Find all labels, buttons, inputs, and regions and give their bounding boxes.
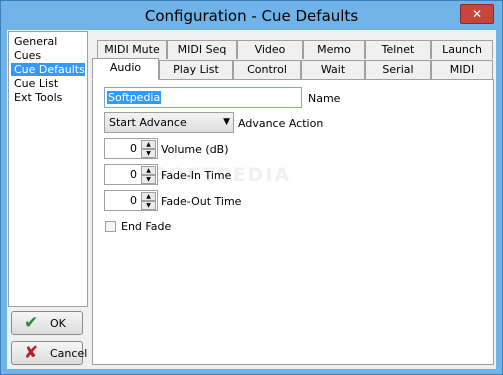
- fade-out-value: 0: [130, 194, 137, 207]
- advance-action-label: Advance Action: [238, 117, 324, 130]
- chevron-down-icon: ▼: [223, 117, 230, 127]
- tab-telnet[interactable]: Telnet: [365, 40, 431, 59]
- spin-up-icon[interactable]: ▲: [141, 140, 156, 149]
- spin-down-icon[interactable]: ▼: [141, 149, 156, 158]
- sidebar-item-cues[interactable]: Cues: [11, 49, 85, 62]
- tab-midi-mute[interactable]: MIDI Mute: [97, 40, 167, 59]
- category-list[interactable]: General Cues Cue Defaults Cue List Ext T…: [8, 31, 88, 307]
- fade-in-stepper[interactable]: 0 ▲ ▼: [104, 164, 158, 185]
- tab-play-list[interactable]: Play List: [159, 60, 233, 79]
- tab-wait[interactable]: Wait: [301, 60, 365, 79]
- x-icon: ✘: [24, 343, 39, 363]
- sidebar-item-cue-defaults[interactable]: Cue Defaults: [11, 63, 85, 76]
- config-window: Configuration - Cue Defaults ✕ General C…: [0, 0, 503, 375]
- sidebar-item-ext-tools[interactable]: Ext Tools: [11, 91, 85, 104]
- dialog-client: General Cues Cue Defaults Cue List Ext T…: [7, 30, 496, 369]
- title-bar[interactable]: Configuration - Cue Defaults ✕: [1, 1, 502, 32]
- fade-out-label: Fade-Out Time: [161, 195, 242, 208]
- tab-audio[interactable]: Audio: [92, 58, 159, 80]
- cancel-button[interactable]: ✘ Cancel: [11, 341, 87, 365]
- tab-control[interactable]: Control: [233, 60, 301, 79]
- sidebar-item-general[interactable]: General: [11, 35, 85, 48]
- window-title: Configuration - Cue Defaults: [144, 7, 359, 25]
- volume-label: Volume (dB): [161, 143, 229, 156]
- tab-midi[interactable]: MIDI: [431, 60, 493, 79]
- close-button[interactable]: ✕: [460, 4, 494, 24]
- volume-value: 0: [130, 142, 137, 155]
- advance-action-value: Start Advance: [109, 116, 187, 129]
- tab-launch[interactable]: Launch: [431, 40, 493, 59]
- tab-serial[interactable]: Serial: [365, 60, 431, 79]
- advance-action-select[interactable]: Start Advance ▼: [104, 112, 234, 133]
- volume-stepper[interactable]: 0 ▲ ▼: [104, 138, 158, 159]
- tab-memo[interactable]: Memo: [303, 40, 365, 59]
- ok-label: OK: [50, 317, 66, 330]
- spin-up-icon[interactable]: ▲: [141, 192, 156, 201]
- check-icon: ✔: [24, 313, 39, 333]
- ok-button[interactable]: ✔ OK: [11, 311, 83, 335]
- spin-down-icon[interactable]: ▼: [141, 175, 156, 184]
- tab-control: MIDI Mute MIDI Seq Video Memo Telnet Lau…: [91, 31, 494, 366]
- fade-in-value: 0: [130, 168, 137, 181]
- fade-out-stepper[interactable]: 0 ▲ ▼: [104, 190, 158, 211]
- name-input[interactable]: Softpedia: [104, 87, 302, 108]
- tab-video[interactable]: Video: [237, 40, 303, 59]
- tab-midi-seq[interactable]: MIDI Seq: [167, 40, 237, 59]
- audio-tab-panel: SOFTPEDIA Softpedia Name Start Advance ▼…: [92, 79, 494, 365]
- end-fade-label: End Fade: [121, 220, 172, 233]
- name-label: Name: [308, 92, 341, 105]
- fade-in-label: Fade-In Time: [161, 169, 232, 182]
- sidebar-item-cue-list[interactable]: Cue List: [11, 77, 85, 90]
- name-value: Softpedia: [107, 91, 162, 104]
- cancel-label: Cancel: [50, 347, 88, 360]
- spin-up-icon[interactable]: ▲: [141, 166, 156, 175]
- close-icon: ✕: [471, 7, 483, 21]
- spin-down-icon[interactable]: ▼: [141, 201, 156, 210]
- end-fade-checkbox[interactable]: [105, 221, 116, 232]
